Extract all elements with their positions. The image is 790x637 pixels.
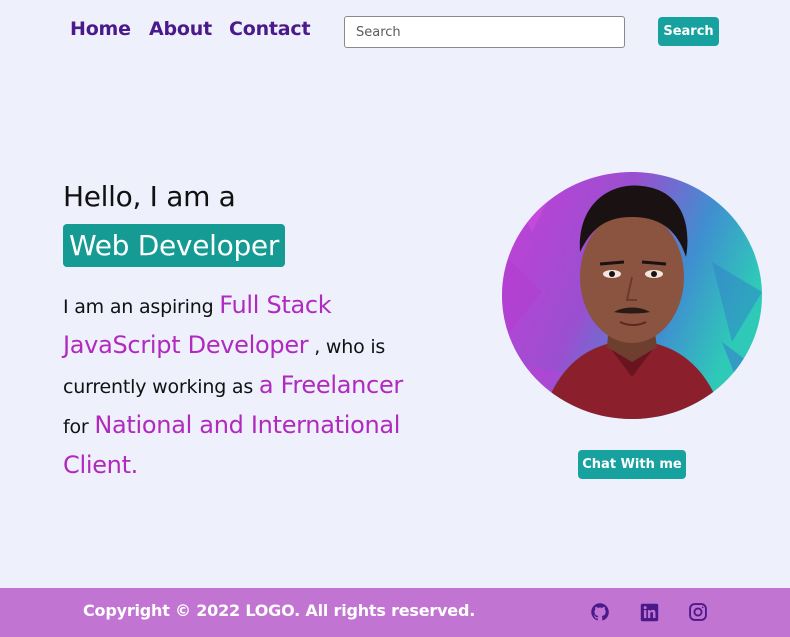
profile-photo — [502, 172, 762, 419]
copyright-text: Copyright © 2022 LOGO. All rights reserv… — [83, 601, 476, 620]
search-input[interactable] — [344, 16, 625, 48]
github-icon[interactable] — [588, 600, 612, 624]
bio-text: I am an aspiring — [63, 296, 220, 318]
nav-home-link[interactable]: Home — [70, 18, 131, 40]
bio-highlight-clients: National and International Client. — [63, 411, 401, 479]
role-badge: Web Developer — [63, 224, 286, 267]
search-button[interactable]: Search — [658, 17, 719, 46]
hero-greeting: Hello, I am a — [63, 180, 236, 213]
linkedin-icon[interactable] — [637, 600, 661, 624]
instagram-icon[interactable] — [686, 600, 710, 624]
nav-about-link[interactable]: About — [149, 18, 212, 40]
bio-highlight-freelancer: a Freelancer — [258, 371, 403, 399]
chat-with-me-button[interactable]: Chat With me — [578, 450, 686, 479]
nav-contact-link[interactable]: Contact — [229, 18, 311, 40]
footer: Copyright © 2022 LOGO. All rights reserv… — [0, 588, 790, 637]
bio-text: for — [63, 416, 95, 438]
hero-bio: I am an aspiring Full Stack JavaScript D… — [63, 286, 423, 486]
